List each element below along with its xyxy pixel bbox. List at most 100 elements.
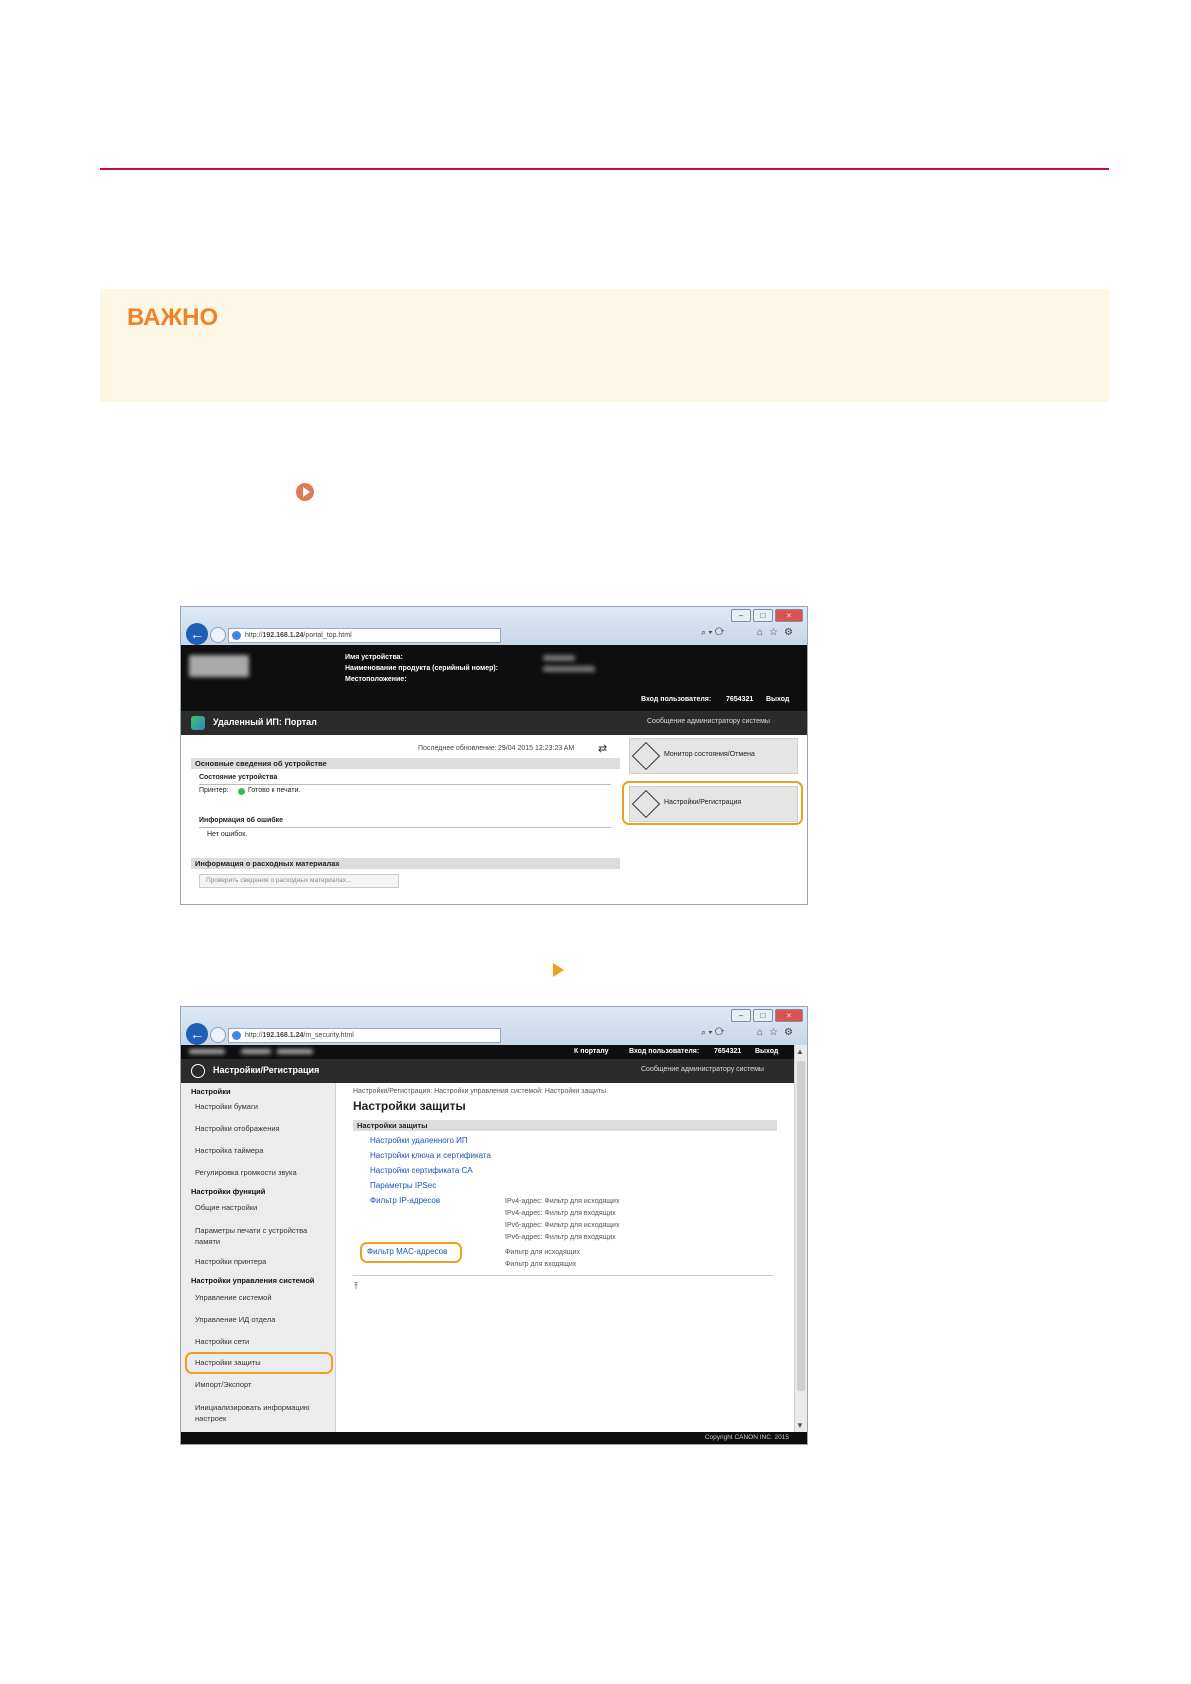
home-star-gear-icons[interactable]: ⌂☆⚙ (757, 627, 799, 638)
search-refresh-icons[interactable]: ⌕ ▾ ⟳ (701, 1027, 724, 1038)
ca-cert-link[interactable]: Настройки сертификата CA (370, 1166, 473, 1175)
device-name-blurred (543, 655, 575, 661)
sidebar-item-volume[interactable]: Регулировка громкости звука (195, 1168, 297, 1177)
settings-title: Настройки/Регистрация (213, 1065, 320, 1075)
sidebar-item-paper[interactable]: Настройки бумаги (195, 1102, 258, 1111)
basic-info-heading: Основные сведения об устройстве (191, 758, 620, 769)
logout-link[interactable]: Выход (755, 1048, 778, 1055)
browser-chrome: – □ × ← http://192.168.1.24/m_security.h… (181, 1007, 807, 1045)
ie-icon (232, 631, 241, 640)
remote-ui-link[interactable]: Настройки удаленного ИП (370, 1136, 468, 1145)
address-bar[interactable]: http://192.168.1.24/portal_top.html (228, 628, 501, 643)
url-path: /portal_top.html (303, 632, 352, 639)
sidebar-item-import-export[interactable]: Импорт/Экспорт (195, 1380, 251, 1389)
monitor-eye-icon (631, 741, 661, 771)
sidebar: Настройки Настройки бумаги Настройки ото… (181, 1083, 336, 1432)
back-arrow-icon[interactable]: ← (186, 623, 208, 645)
admin-message-link[interactable]: Сообщение администратору системы (641, 1066, 764, 1073)
login-id: 7654321 (726, 696, 754, 703)
key-cert-link[interactable]: Настройки ключа и сертификата (370, 1151, 491, 1160)
sidebar-item-display[interactable]: Настройки отображения (195, 1124, 280, 1133)
login-label: Вход пользователя: (629, 1048, 700, 1055)
ie-icon (232, 1031, 241, 1040)
sidebar-item-dept-id[interactable]: Управление ИД отдела (195, 1315, 275, 1324)
url-host: 192.168.1.24 (262, 632, 304, 639)
portal-title: Удаленный ИП: Портал (213, 717, 317, 727)
browser-chrome: – □ × ← http://192.168.1.24/portal_top.h… (181, 607, 807, 645)
scroll-up-icon[interactable]: ▲ (796, 1047, 804, 1056)
mac-filter-detail: Фильтр для исходящих (505, 1249, 580, 1256)
scroll-thumb[interactable] (797, 1061, 805, 1391)
monitor-status-button[interactable]: Монитор состояния/Отмена (629, 738, 798, 774)
device-header: Имя устройства: Наименование продукта (с… (181, 645, 807, 711)
address-bar[interactable]: http://192.168.1.24/m_security.html (228, 1028, 501, 1043)
url-host: 192.168.1.24 (262, 1032, 304, 1039)
close-icon[interactable]: × (775, 1009, 803, 1022)
footer-bar: Copyright CANON INC. 2015 (181, 1432, 807, 1444)
settings-registration-label: Настройки/Регистрация (664, 799, 742, 806)
divider (353, 1275, 773, 1276)
arrow-right-icon (553, 963, 564, 977)
check-consumables-button[interactable]: Проверить сведения о расходных материала… (199, 874, 399, 888)
sidebar-item-network[interactable]: Настройки сети (195, 1337, 249, 1346)
no-errors-text: Нет ошибок. (207, 831, 248, 838)
login-id: 7654321 (714, 1048, 742, 1055)
scroll-down-icon[interactable]: ▼ (796, 1421, 804, 1430)
consumables-heading: Информация о расходных материалах (191, 858, 620, 869)
ipsec-link[interactable]: Параметры IPSec (370, 1181, 436, 1190)
ip-filter-detail: IPv6-адрес: Фильтр для входящих (505, 1234, 616, 1241)
printer-label: Принтер: (199, 787, 229, 794)
sidebar-item-system-mgmt[interactable]: Управление системой (195, 1293, 272, 1302)
device-name-blurred (189, 1049, 225, 1054)
device-name-label: Имя устройства: (345, 654, 403, 661)
sidebar-item-memory-print[interactable]: Параметры печати с устройства памяти (195, 1225, 325, 1247)
url-prefix: http:// (245, 632, 263, 639)
forward-arrow-icon[interactable] (210, 627, 226, 643)
to-portal-link[interactable]: К порталу (574, 1048, 608, 1055)
settings-registration-button[interactable]: Настройки/Регистрация (629, 786, 798, 822)
device-strip: К порталу Вход пользователя: 7654321 Вых… (181, 1045, 795, 1059)
maximize-icon[interactable]: □ (753, 609, 773, 622)
back-arrow-icon[interactable]: ← (186, 1023, 208, 1045)
status-ok-icon (238, 788, 245, 795)
sidebar-item-init-settings[interactable]: Инициализировать информацию настроек (195, 1402, 325, 1424)
refresh-icon[interactable]: ⇄ (598, 742, 607, 755)
url-path: /m_security.html (303, 1032, 354, 1039)
sidebar-item-timer[interactable]: Настройка таймера (195, 1146, 263, 1155)
ip-filter-detail: IPv4-адрес: Фильтр для входящих (505, 1210, 616, 1217)
forward-arrow-icon[interactable] (210, 1027, 226, 1043)
monitor-status-label: Монитор состояния/Отмена (664, 751, 755, 758)
sidebar-item-printer[interactable]: Настройки принтера (195, 1257, 266, 1266)
sidebar-group-settings: Настройки (191, 1087, 231, 1096)
device-status-heading: Состояние устройства (199, 774, 278, 781)
ip-filter-detail: IPv6-адрес: Фильтр для исходящих (505, 1222, 620, 1229)
last-update-value: 29/04 2015 12:23:23 AM (498, 745, 575, 752)
minimize-icon[interactable]: – (731, 1009, 751, 1022)
mac-filter-link[interactable]: Фильтр MAC-адресов (367, 1247, 447, 1256)
play-link-icon[interactable] (296, 483, 314, 501)
device-logo-blurred (189, 655, 249, 677)
maximize-icon[interactable]: □ (753, 1009, 773, 1022)
admin-message-link[interactable]: Сообщение администратору системы (647, 718, 770, 725)
vertical-scrollbar[interactable]: ▲ ▼ (794, 1045, 807, 1432)
settings-gear-icon (631, 789, 661, 819)
login-label: Вход пользователя: (641, 696, 712, 703)
security-section-heading: Настройки защиты (353, 1120, 777, 1131)
sidebar-item-security[interactable]: Настройки защиты (195, 1358, 261, 1367)
fade-bottom (181, 891, 807, 904)
search-refresh-icons[interactable]: ⌕ ▾ ⟳ (701, 627, 724, 638)
screenshot-portal: – □ × ← http://192.168.1.24/portal_top.h… (180, 606, 808, 905)
sidebar-item-common[interactable]: Общие настройки (195, 1203, 257, 1212)
ip-filter-link[interactable]: Фильтр IP-адресов (370, 1196, 440, 1205)
divider (199, 827, 611, 828)
product-name-label: Наименование продукта (серийный номер): (345, 665, 499, 672)
close-icon[interactable]: × (775, 609, 803, 622)
portal-logo-icon (191, 716, 205, 730)
logout-link[interactable]: Выход (766, 696, 789, 703)
scroll-top-icon[interactable]: ⤒ (354, 1281, 358, 1292)
settings-title-bar: Настройки/Регистрация Сообщение админист… (181, 1059, 795, 1083)
home-star-gear-icons[interactable]: ⌂☆⚙ (757, 1027, 799, 1038)
minimize-icon[interactable]: – (731, 609, 751, 622)
header-rule (100, 168, 1109, 170)
product-name-blurred (543, 666, 595, 672)
